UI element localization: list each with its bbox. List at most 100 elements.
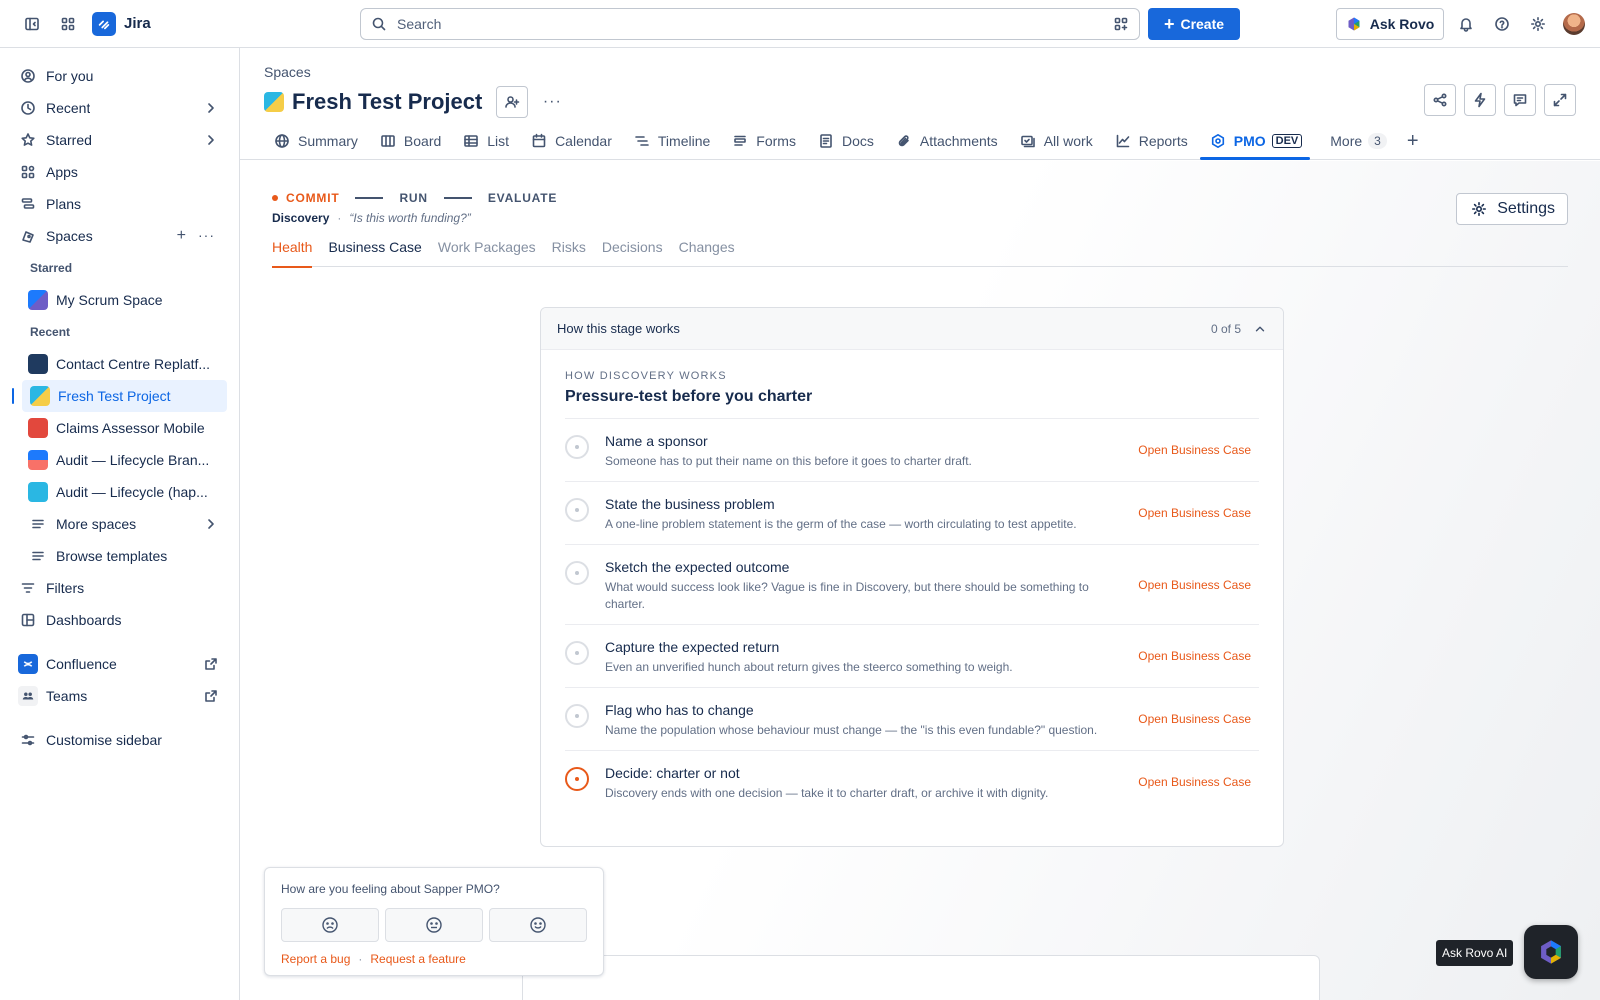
search-filter-icon[interactable]	[1111, 14, 1131, 34]
jira-logo[interactable]: Jira	[92, 11, 151, 36]
tab-forms[interactable]: Forms	[722, 122, 804, 160]
open-business-case-link[interactable]: Open Business Case	[1138, 578, 1251, 592]
sidebar-item-confluence[interactable]: Confluence	[0, 648, 227, 680]
settings-button[interactable]	[1522, 8, 1554, 40]
subtab-changes[interactable]: Changes	[679, 235, 735, 267]
subtab-health[interactable]: Health	[272, 235, 313, 268]
help-button[interactable]	[1486, 8, 1518, 40]
chevron-right-icon[interactable]	[201, 514, 221, 534]
open-business-case-link[interactable]: Open Business Case	[1138, 649, 1251, 663]
neutral-face-button[interactable]	[385, 908, 483, 942]
sidebar-item-customise[interactable]: Customise sidebar	[0, 724, 227, 756]
checklist-item: Name a sponsor Someone has to put their …	[565, 419, 1259, 482]
tab-docs[interactable]: Docs	[808, 122, 882, 160]
sidebar-item-label: Confluence	[46, 656, 117, 672]
notifications-button[interactable]	[1450, 8, 1482, 40]
stage-commit[interactable]: COMMIT	[272, 191, 339, 205]
sidebar-item-browse-templates[interactable]: Browse templates	[0, 540, 227, 572]
tab-board[interactable]: Board	[370, 122, 449, 160]
rovo-icon	[1541, 940, 1561, 964]
happy-face-button[interactable]	[489, 908, 587, 942]
sidebar-item-claims-assessor[interactable]: Claims Assessor Mobile	[0, 412, 227, 444]
tab-all-work[interactable]: All work	[1010, 122, 1101, 160]
sidebar-item-label: Fresh Test Project	[58, 388, 171, 404]
create-button[interactable]: + Create	[1148, 8, 1240, 40]
sidebar-item-plans[interactable]: Plans	[0, 188, 227, 220]
tab-reports[interactable]: Reports	[1105, 122, 1196, 160]
open-business-case-link[interactable]: Open Business Case	[1138, 712, 1251, 726]
app-switcher-button[interactable]	[52, 8, 84, 40]
feedback-widget: How are you feeling about Sapper PMO? Re…	[264, 867, 604, 976]
more-actions-button[interactable]: ···	[536, 86, 568, 118]
template-icon	[28, 546, 48, 566]
sidebar-item-my-scrum-space[interactable]: My Scrum Space	[0, 284, 227, 316]
stage-evaluate[interactable]: EVALUATE	[488, 191, 557, 205]
tab-list[interactable]: List	[453, 122, 517, 160]
sidebar-item-apps[interactable]: Apps	[0, 156, 227, 188]
sidebar-item-starred[interactable]: Starred	[0, 124, 227, 156]
ask-rovo-ai-button[interactable]	[1524, 925, 1578, 979]
panel-header[interactable]: How this stage works 0 of 5	[541, 308, 1283, 350]
sidebar-item-spaces[interactable]: Spaces + ···	[0, 220, 227, 252]
tab-timeline[interactable]: Timeline	[624, 122, 718, 160]
open-business-case-link[interactable]: Open Business Case	[1138, 775, 1251, 789]
sad-face-button[interactable]	[281, 908, 379, 942]
tab-calendar[interactable]: Calendar	[521, 122, 620, 160]
sidebar-item-fresh-test-project[interactable]: Fresh Test Project	[12, 380, 227, 412]
sidebar-item-audit-brand[interactable]: Audit — Lifecycle Bran...	[0, 444, 227, 476]
profile-button[interactable]	[1558, 8, 1590, 40]
subtab-risks[interactable]: Risks	[552, 235, 586, 267]
sidebar-item-recent[interactable]: Recent	[0, 92, 227, 124]
feedback-button[interactable]	[1504, 84, 1536, 116]
subtab-business-case[interactable]: Business Case	[328, 235, 421, 267]
tab-more[interactable]: More 3	[1322, 122, 1395, 160]
sidebar-item-label: Contact Centre Replatf...	[56, 356, 211, 372]
sidebar-item-label: Recent	[46, 100, 91, 116]
tab-label: List	[487, 133, 510, 149]
settings-button[interactable]: Settings	[1456, 193, 1568, 225]
tab-attachments[interactable]: Attachments	[886, 122, 1006, 160]
chevron-up-icon[interactable]	[1253, 319, 1267, 339]
sidebar-item-label: My Scrum Space	[56, 292, 163, 308]
add-tab-button[interactable]: +	[1399, 122, 1427, 160]
request-feature-link[interactable]: Request a feature	[370, 952, 465, 966]
add-space-icon[interactable]: +	[177, 227, 186, 245]
add-people-button[interactable]	[496, 86, 529, 118]
step-status-circle[interactable]	[565, 498, 589, 522]
fullscreen-button[interactable]	[1544, 84, 1576, 116]
open-business-case-link[interactable]: Open Business Case	[1138, 443, 1251, 457]
breadcrumb[interactable]: Spaces	[264, 64, 311, 80]
step-title: Name a sponsor	[605, 433, 708, 449]
step-status-circle[interactable]	[565, 561, 589, 585]
chevron-right-icon[interactable]	[201, 98, 221, 118]
search-input[interactable]: Search	[360, 8, 1140, 40]
automation-button[interactable]	[1464, 84, 1496, 116]
chevron-right-icon[interactable]	[201, 130, 221, 150]
sidebar-item-audit-happy[interactable]: Audit — Lifecycle (hap...	[0, 476, 227, 508]
share-button[interactable]	[1424, 84, 1456, 116]
step-status-circle[interactable]	[565, 704, 589, 728]
sidebar-toggle-button[interactable]	[16, 8, 48, 40]
sidebar-item-dashboards[interactable]: Dashboards	[0, 604, 227, 636]
open-business-case-link[interactable]: Open Business Case	[1138, 506, 1251, 520]
step-status-circle[interactable]	[565, 641, 589, 665]
tab-summary[interactable]: Summary	[264, 122, 366, 160]
share-icon	[1430, 90, 1450, 110]
step-status-circle[interactable]	[565, 435, 589, 459]
more-actions-icon[interactable]: ···	[198, 227, 215, 245]
settings-label: Settings	[1497, 200, 1555, 217]
sidebar-item-filters[interactable]: Filters	[0, 572, 227, 604]
sidebar-item-contact-centre[interactable]: Contact Centre Replatf...	[0, 348, 227, 380]
ask-rovo-button[interactable]: Ask Rovo	[1336, 8, 1444, 40]
panel-heading: Pressure-test before you charter	[565, 388, 1259, 419]
sidebar-item-for-you[interactable]: For you	[0, 60, 227, 92]
step-status-circle-current[interactable]	[565, 767, 589, 791]
report-bug-link[interactable]: Report a bug	[281, 952, 350, 966]
sidebar-item-teams[interactable]: Teams	[0, 680, 227, 712]
subtab-work-packages[interactable]: Work Packages	[438, 235, 536, 267]
stage-run[interactable]: RUN	[399, 191, 427, 205]
subtab-decisions[interactable]: Decisions	[602, 235, 663, 267]
sidebar-item-more-spaces[interactable]: More spaces	[0, 508, 227, 540]
tab-pmo[interactable]: PMO DEV	[1199, 122, 1311, 160]
project-tabs: Summary Board List Calendar Timeline For…	[264, 122, 1427, 160]
